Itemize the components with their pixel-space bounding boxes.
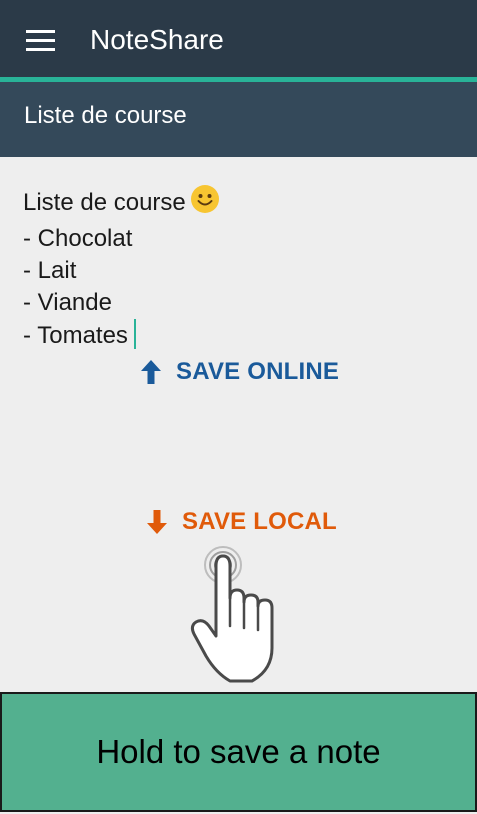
note-line: - Tomates	[23, 319, 453, 352]
text-cursor	[133, 319, 136, 349]
note-line: - Lait	[23, 257, 77, 284]
note-title[interactable]: Liste de course	[24, 100, 187, 132]
save-local-button[interactable]: SAVE LOCAL	[146, 508, 337, 536]
arrow-up-icon	[141, 360, 161, 384]
note-editor[interactable]: Liste de course - Chocolat - Lait - Vian…	[23, 184, 453, 352]
note-line: - Viande	[23, 289, 112, 316]
app-title: NoteShare	[90, 24, 224, 55]
tap-hand-icon	[190, 546, 274, 683]
hint-text: Hold to save a note	[96, 733, 381, 770]
smiley-icon	[190, 184, 220, 223]
note-line: - Chocolat	[23, 225, 133, 252]
hint-banner: Hold to save a note	[0, 692, 477, 812]
hamburger-menu-icon[interactable]	[26, 30, 55, 51]
save-online-button[interactable]: SAVE ONLINE	[140, 358, 339, 386]
app-bar: NoteShare	[0, 0, 477, 77]
save-online-label: SAVE ONLINE	[176, 358, 340, 385]
arrow-down-icon	[147, 510, 167, 534]
save-local-label: SAVE LOCAL	[182, 508, 337, 535]
note-line: Liste de course	[23, 184, 453, 223]
